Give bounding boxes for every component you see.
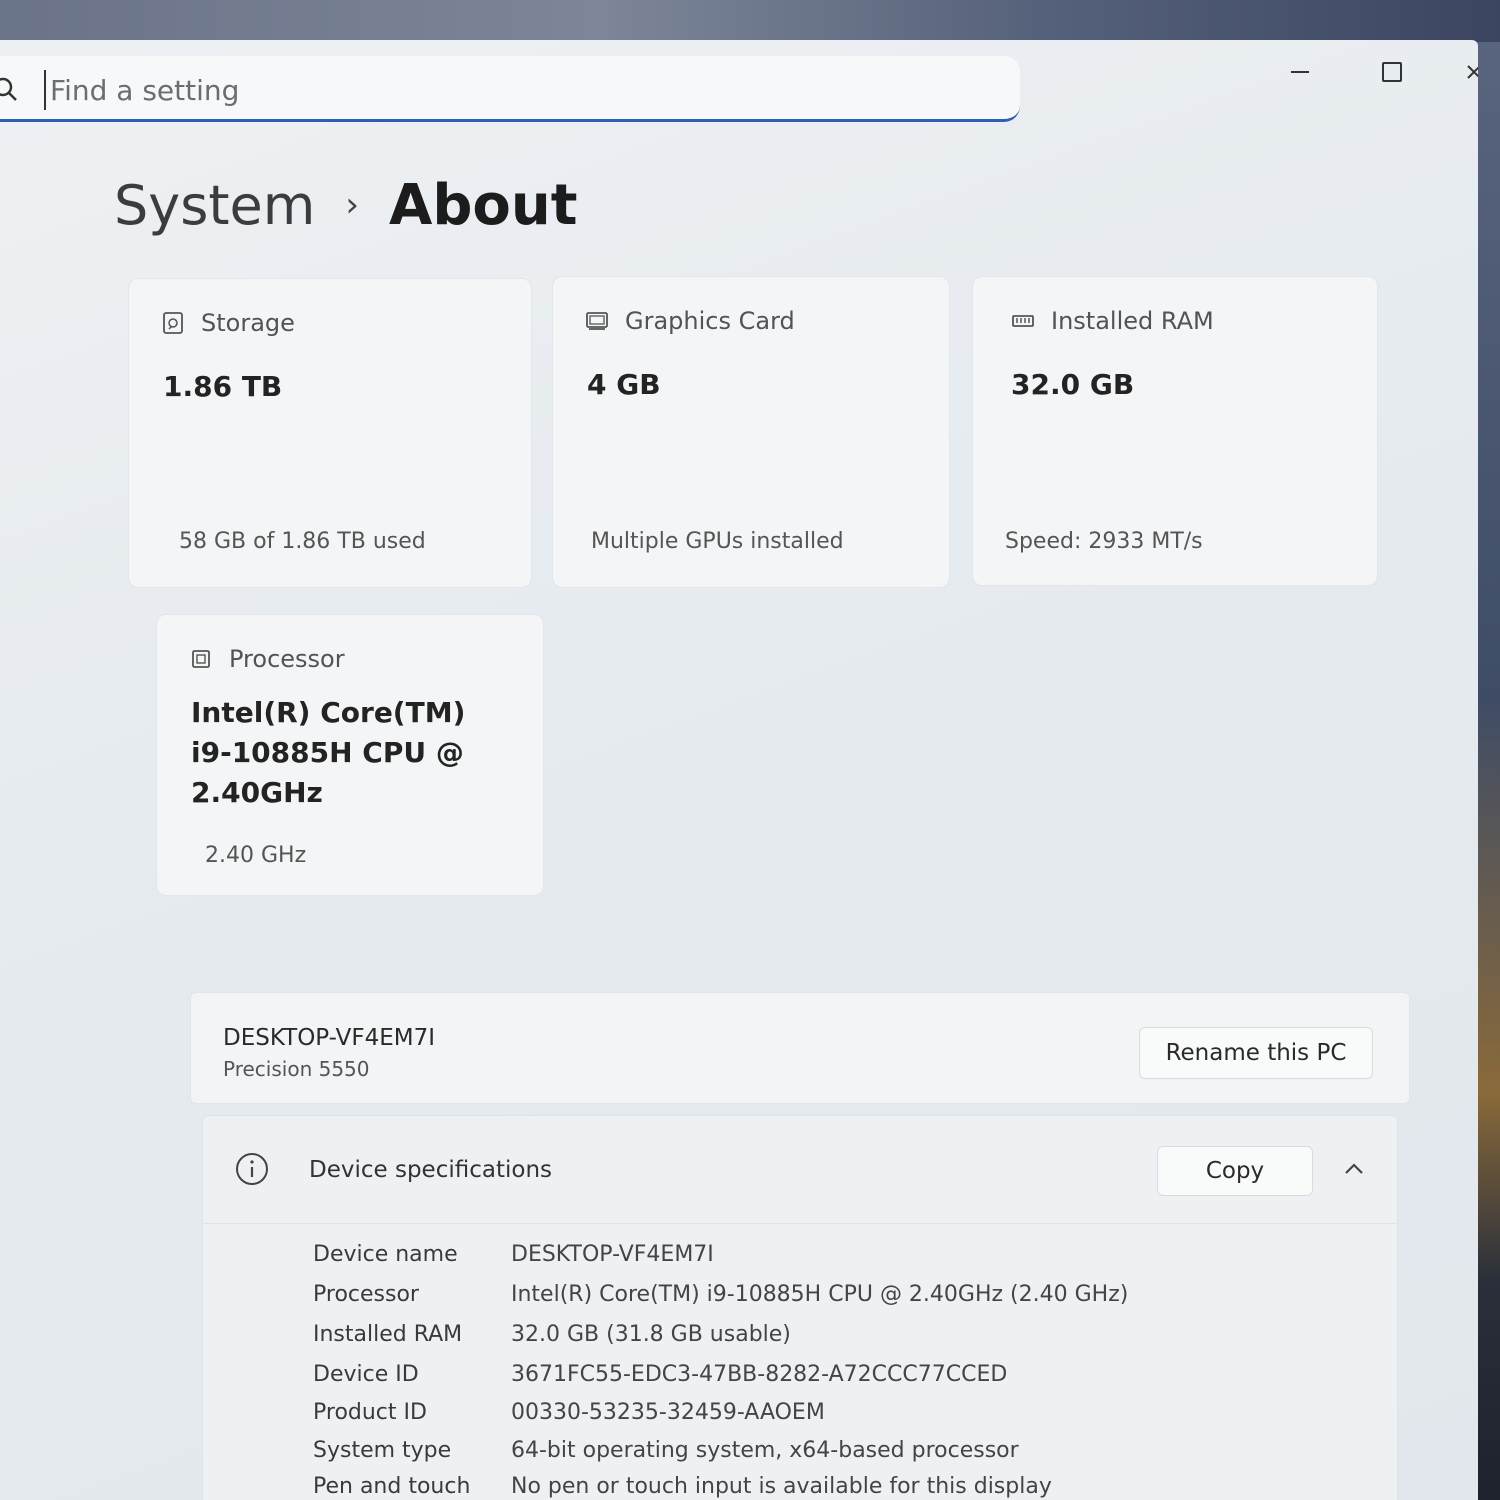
processor-icon	[192, 650, 210, 668]
info-icon	[236, 1153, 268, 1185]
breadcrumb-separator: ›	[345, 185, 359, 225]
background-photo-top	[0, 0, 1500, 42]
spec-value: DESKTOP-VF4EM7I	[511, 1242, 714, 1267]
search-icon[interactable]	[0, 76, 20, 102]
installed-ram-title: Installed RAM	[1051, 307, 1214, 335]
spec-value: Intel(R) Core(TM) i9-10885H CPU @ 2.40GH…	[511, 1282, 1129, 1307]
installed-ram-value: 32.0 GB	[1011, 368, 1135, 401]
spec-row: Processor Intel(R) Core(TM) i9-10885H CP…	[313, 1282, 1128, 1318]
spec-label: Device name	[313, 1242, 458, 1267]
storage-value: 1.86 TB	[163, 370, 283, 403]
spec-label: System type	[313, 1438, 452, 1463]
rename-pc-button[interactable]: Rename this PC	[1139, 1027, 1373, 1079]
spec-row: Device ID 3671FC55-EDC3-47BB-8282-A72CCC…	[313, 1362, 1007, 1398]
spec-label: Product ID	[313, 1400, 427, 1425]
storage-title: Storage	[201, 309, 295, 337]
spec-row: Pen and touch No pen or touch input is a…	[313, 1474, 1052, 1500]
processor-speed: 2.40 GHz	[205, 843, 307, 868]
ram-speed: Speed: 2933 MT/s	[1005, 529, 1203, 554]
spec-row: Device name DESKTOP-VF4EM7I	[313, 1242, 714, 1278]
device-specifications-header[interactable]: Device specifications Copy	[203, 1116, 1397, 1224]
processor-title: Processor	[229, 645, 345, 673]
processor-value-line: 2.40GHz	[191, 776, 323, 809]
spec-label: Installed RAM	[313, 1322, 463, 1347]
processor-value-line: Intel(R) Core(TM)	[191, 696, 466, 729]
ram-icon	[1012, 315, 1034, 327]
graphics-card-title: Graphics Card	[625, 307, 795, 335]
device-specifications-title: Device specifications	[309, 1157, 553, 1183]
search-input[interactable]	[44, 70, 944, 110]
page-title: About	[388, 172, 578, 238]
maximize-icon	[1382, 62, 1402, 82]
window-controls	[1254, 52, 1478, 92]
graphics-card-icon	[586, 312, 608, 330]
minimize-icon	[1291, 71, 1309, 73]
installed-ram-card[interactable]: Installed RAM 32.0 GB Speed: 2933 MT/s	[972, 276, 1378, 586]
graphics-card-value: 4 GB	[587, 368, 661, 401]
storage-icon	[163, 312, 183, 334]
spec-row: System type 64-bit operating system, x64…	[313, 1438, 1019, 1474]
spec-row: Installed RAM 32.0 GB (31.8 GB usable)	[313, 1322, 791, 1358]
pc-model: Precision 5550	[223, 1057, 370, 1081]
spec-value: 3671FC55-EDC3-47BB-8282-A72CCC77CCED	[511, 1362, 1008, 1387]
minimize-button[interactable]	[1254, 52, 1346, 92]
spec-label: Processor	[313, 1282, 419, 1307]
spec-label: Pen and touch	[313, 1474, 471, 1499]
close-icon	[1467, 65, 1478, 79]
spec-row: Product ID 00330-53235-32459-AAOEM	[313, 1400, 825, 1436]
spec-value: 64-bit operating system, x64-based proce…	[511, 1438, 1019, 1463]
device-specifications-panel: Device specifications Copy Device name D…	[202, 1115, 1398, 1500]
processor-value-line: i9-10885H CPU @	[191, 736, 464, 769]
pc-name-bar: DESKTOP-VF4EM7I Precision 5550 Rename th…	[190, 992, 1410, 1104]
storage-usage: 58 GB of 1.86 TB used	[179, 529, 426, 554]
maximize-button[interactable]	[1346, 52, 1438, 92]
spec-value: No pen or touch input is available for t…	[511, 1474, 1052, 1499]
graphics-card[interactable]: Graphics Card 4 GB Multiple GPUs install…	[552, 276, 950, 588]
breadcrumb: System › About	[114, 170, 578, 240]
processor-card[interactable]: Processor Intel(R) Core(TM) i9-10885H CP…	[156, 614, 544, 896]
storage-card[interactable]: Storage 1.86 TB 58 GB of 1.86 TB used	[128, 278, 532, 588]
close-button[interactable]	[1438, 52, 1478, 92]
graphics-card-detail: Multiple GPUs installed	[591, 529, 844, 554]
copy-button[interactable]: Copy	[1157, 1146, 1313, 1196]
spec-value: 32.0 GB (31.8 GB usable)	[511, 1322, 791, 1347]
spec-value: 00330-53235-32459-AAOEM	[511, 1400, 825, 1425]
search-box[interactable]	[0, 56, 1020, 122]
pc-name: DESKTOP-VF4EM7I	[223, 1025, 435, 1051]
breadcrumb-system[interactable]: System	[114, 174, 315, 237]
spec-label: Device ID	[313, 1362, 419, 1387]
settings-window: System › About Storage 1.86 TB 58 GB of …	[0, 40, 1478, 1500]
processor-value: Intel(R) Core(TM) i9-10885H CPU @ 2.40GH…	[191, 693, 465, 813]
chevron-up-icon[interactable]	[1341, 1156, 1367, 1182]
